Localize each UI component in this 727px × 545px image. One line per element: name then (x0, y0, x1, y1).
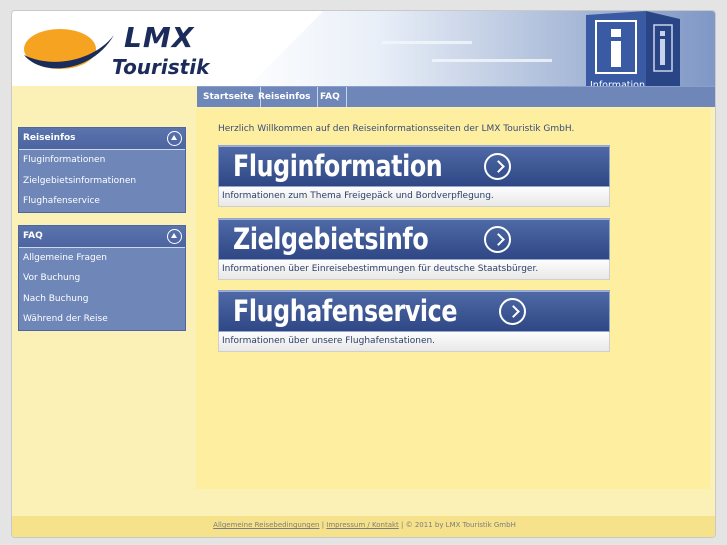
lmx-logo[interactable]: LMX Touristik (22, 19, 222, 84)
nav-reiseinfos[interactable]: Reiseinfos (252, 87, 318, 107)
sidebar-heading-reiseinfos[interactable]: Reiseinfos (19, 128, 185, 150)
sidebar-item-allgemeine-fragen[interactable]: Allgemeine Fragen (19, 248, 185, 269)
logo-text-lmx: LMX (124, 21, 195, 54)
sidebar-item-zielgebietsinformationen[interactable]: Zielgebietsinformationen (19, 171, 185, 192)
banner-title: Fluginformation (233, 149, 443, 183)
sidebar: Reiseinfos Fluginformationen Zielgebiets… (18, 127, 186, 343)
collapse-up-icon[interactable] (167, 228, 182, 244)
page-frame: LMX Touristik Information Startseite Rei… (11, 10, 716, 538)
banner-fluginformation[interactable]: Fluginformation Informationen zum Thema … (218, 145, 610, 207)
logo-text-touristik: Touristik (112, 55, 210, 79)
banner-title: Flughafenservice (233, 294, 458, 328)
arrow-right-icon (499, 298, 526, 325)
sidebar-box-reiseinfos: Reiseinfos Fluginformationen Zielgebiets… (18, 127, 186, 213)
banner-description: Informationen über unsere Flughafenstati… (218, 332, 610, 352)
arrow-right-icon (484, 226, 511, 253)
sidebar-item-fluginformationen[interactable]: Fluginformationen (19, 150, 185, 171)
welcome-text: Herzlich Willkommen auf den Reiseinforma… (218, 124, 575, 134)
sidebar-item-flughafenservice[interactable]: Flughafenservice (19, 191, 185, 212)
footer-link-impressum[interactable]: Impressum / Kontakt (326, 521, 399, 529)
main-nav: Startseite Reiseinfos FAQ (197, 86, 715, 107)
banner-flughafenservice[interactable]: Flughafenservice Informationen über unse… (218, 290, 610, 352)
banner-description: Informationen zum Thema Freigepäck und B… (218, 187, 610, 207)
sidebar-heading-label: FAQ (23, 230, 43, 241)
sidebar-heading-faq[interactable]: FAQ (19, 225, 185, 248)
banner-description: Informationen über Einreisebestimmungen … (218, 260, 610, 280)
collapse-up-icon[interactable] (167, 131, 182, 146)
nav-faq[interactable]: FAQ (314, 87, 347, 107)
sidebar-heading-label: Reiseinfos (23, 133, 76, 143)
banner-zielgebietsinfo[interactable]: Zielgebietsinfo Informationen über Einre… (218, 218, 610, 280)
sidebar-box-faq: FAQ Allgemeine Fragen Vor Buchung Nach B… (18, 224, 186, 331)
header: LMX Touristik Information (12, 11, 715, 101)
footer-link-reisebedingungen[interactable]: Allgemeine Reisebedingungen (213, 521, 319, 529)
banner-title: Zielgebietsinfo (233, 222, 429, 256)
arrow-right-icon (484, 153, 511, 180)
footer: Allgemeine Reisebedingungen | Impressum … (12, 516, 715, 537)
sidebar-item-waehrend-der-reise[interactable]: Während der Reise (19, 309, 185, 330)
main-content: Herzlich Willkommen auf den Reiseinforma… (196, 108, 710, 489)
sidebar-item-nach-buchung[interactable]: Nach Buchung (19, 289, 185, 310)
logo-swoosh-icon (24, 29, 114, 69)
sidebar-item-vor-buchung[interactable]: Vor Buchung (19, 268, 185, 289)
footer-copyright: | © 2011 by LMX Touristik GmbH (398, 521, 516, 529)
